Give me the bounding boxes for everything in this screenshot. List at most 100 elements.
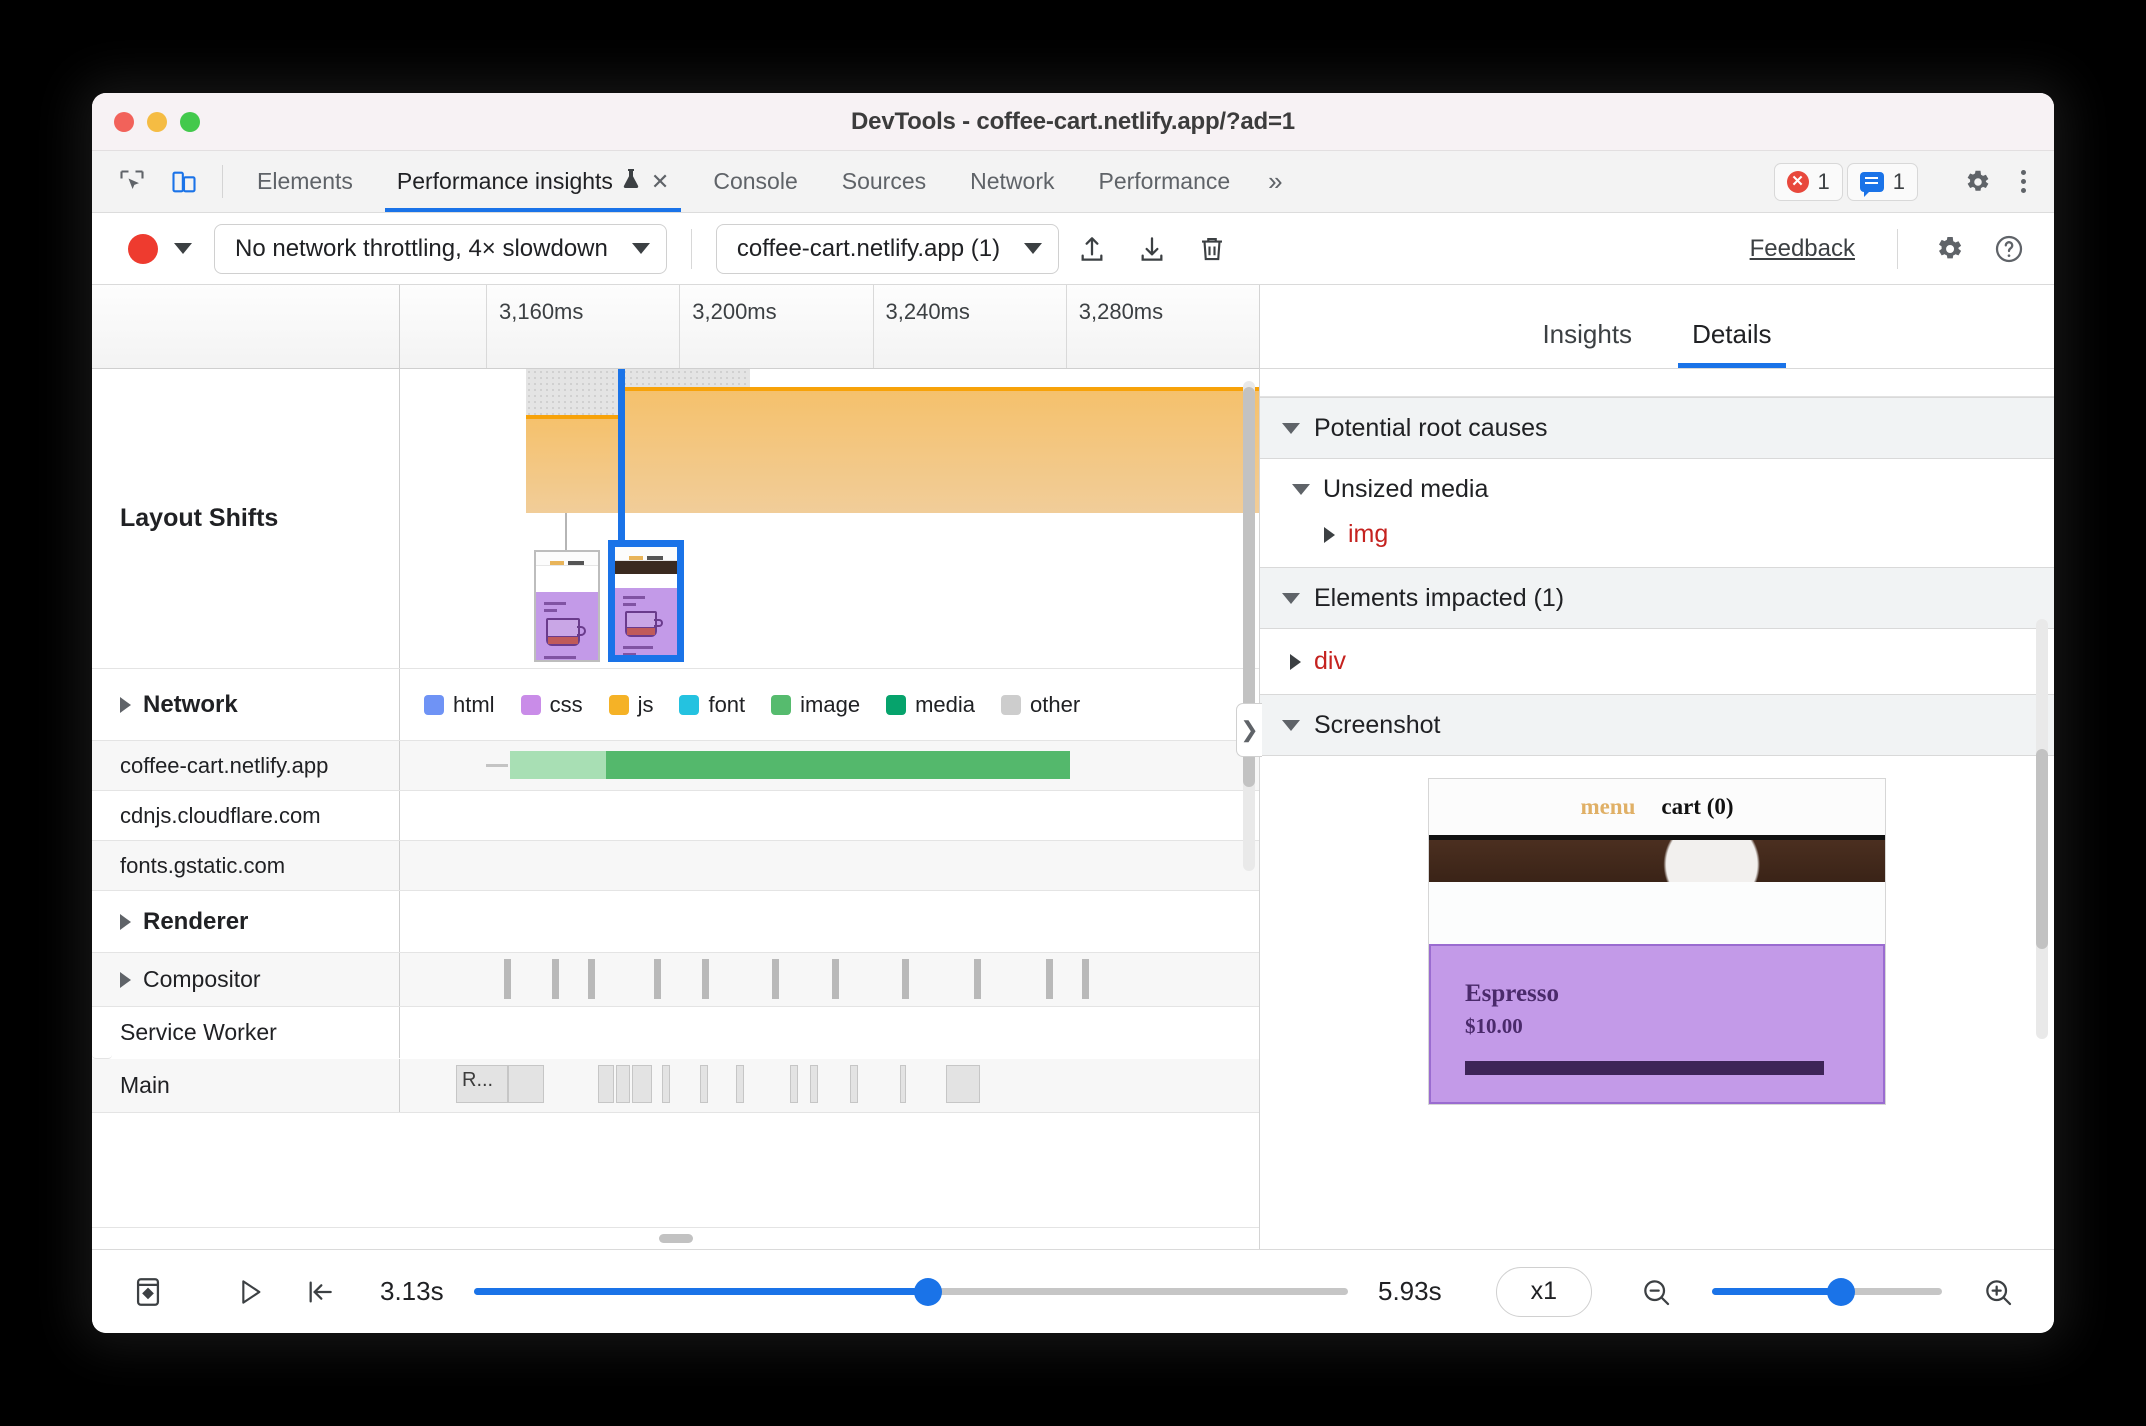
main-thread-task[interactable] (946, 1065, 980, 1103)
network-request-bar[interactable] (486, 751, 1070, 779)
compositor-event[interactable] (772, 959, 779, 999)
playback-slider-knob[interactable] (914, 1277, 943, 1306)
network-row-2[interactable]: fonts.gstatic.com (92, 841, 1259, 891)
tab-performance-insights[interactable]: Performance insights ✕ (375, 151, 691, 212)
play-button[interactable] (220, 1264, 280, 1320)
root-cause-group[interactable]: Unsized media (1260, 459, 2054, 514)
main-thread-task[interactable] (616, 1065, 630, 1103)
track-network-header[interactable]: Network html css js font image media oth… (92, 669, 1259, 741)
compositor-event[interactable] (504, 959, 511, 999)
tab-close-icon[interactable]: ✕ (651, 169, 669, 195)
kebab-menu-icon[interactable] (2007, 170, 2040, 193)
screenshot-hero-image (1429, 840, 1885, 882)
network-row-bar-0[interactable] (400, 741, 1259, 790)
section-screenshot[interactable]: Screenshot (1260, 694, 2054, 756)
zoom-slider-knob[interactable] (1826, 1277, 1855, 1306)
details-panel-body[interactable]: Potential root causes Unsized media img … (1260, 369, 2054, 1249)
compositor-event[interactable] (974, 959, 981, 999)
message-count-badge[interactable]: 1 (1846, 162, 1918, 201)
track-label-network[interactable]: Network (92, 669, 400, 740)
network-row-bar-2[interactable] (400, 841, 1259, 890)
track-label-compositor[interactable]: Compositor (92, 953, 400, 1006)
compositor-event[interactable] (654, 959, 661, 999)
legend-label-html: html (453, 691, 495, 717)
tab-sources[interactable]: Sources (820, 151, 948, 212)
record-options-chevron-down-icon[interactable] (174, 243, 192, 254)
main-thread-task[interactable] (790, 1065, 798, 1103)
main-thread-task[interactable] (700, 1065, 708, 1103)
main-thread-task[interactable] (508, 1065, 544, 1103)
section-potential-root-causes[interactable]: Potential root causes (1260, 397, 2054, 459)
zoom-button[interactable] (180, 111, 200, 132)
filmstrip-toggle-icon[interactable] (118, 1264, 178, 1320)
track-label-renderer[interactable]: Renderer (92, 891, 400, 952)
main-thread-task[interactable] (900, 1065, 906, 1103)
layout-shift-bar-2[interactable] (622, 387, 1259, 513)
timeline-tracks[interactable]: Layout Shifts Network html css js font i… (92, 369, 1259, 1249)
main-thread-task[interactable] (632, 1065, 652, 1103)
page-select[interactable]: coffee-cart.netlify.app (1) (715, 223, 1060, 274)
filmstrip-thumbnail-1[interactable] (534, 550, 600, 662)
zoom-out-icon[interactable] (1626, 1264, 1686, 1320)
minimize-button[interactable] (147, 111, 167, 132)
tab-elements[interactable]: Elements (235, 151, 375, 212)
timeline-scroll-thumb[interactable] (658, 1234, 693, 1243)
track-service-worker[interactable]: Service Worker (92, 1007, 400, 1059)
feedback-link[interactable]: Feedback (1732, 235, 1873, 263)
network-row-0[interactable]: coffee-cart.netlify.app (92, 741, 1259, 791)
gear-icon[interactable] (1951, 167, 2003, 197)
throttling-select[interactable]: No network throttling, 4× slowdown (214, 223, 667, 274)
close-button[interactable] (114, 111, 134, 132)
device-toolbar-icon[interactable] (158, 151, 210, 212)
gear-icon[interactable] (1922, 225, 1976, 273)
track-main[interactable]: Main R... (92, 1059, 1259, 1113)
layout-shifts-content[interactable] (400, 369, 1259, 668)
network-row-bar-1[interactable] (400, 791, 1259, 840)
main-thread-task[interactable] (598, 1065, 614, 1103)
more-tabs-icon[interactable]: » (1252, 151, 1298, 212)
zoom-in-icon[interactable] (1968, 1264, 2028, 1320)
compositor-event[interactable] (1046, 959, 1053, 999)
compositor-event[interactable] (832, 959, 839, 999)
main-thread-task[interactable] (662, 1065, 670, 1103)
inspect-element-icon[interactable] (106, 151, 158, 212)
details-vscroll-thumb[interactable] (2036, 749, 2048, 949)
zoom-slider[interactable] (1712, 1277, 1942, 1306)
playback-speed-button[interactable]: x1 (1495, 1266, 1592, 1317)
tab-network[interactable]: Network (948, 151, 1076, 212)
network-row-1[interactable]: cdnjs.cloudflare.com (92, 791, 1259, 841)
main-thread-task[interactable] (810, 1065, 818, 1103)
compositor-event[interactable] (552, 959, 559, 999)
track-renderer[interactable]: Renderer (92, 891, 1259, 953)
main-thread-task[interactable] (850, 1065, 858, 1103)
compositor-event[interactable] (1082, 959, 1089, 999)
help-icon[interactable] (1982, 225, 2036, 273)
playback-slider[interactable] (473, 1277, 1348, 1306)
tab-performance[interactable]: Performance (1076, 151, 1252, 212)
compositor-event[interactable] (902, 959, 909, 999)
tab-details[interactable]: Details (1677, 319, 1787, 368)
main-thread-content[interactable]: R... (400, 1059, 1259, 1112)
compositor-event[interactable] (702, 959, 709, 999)
compositor-event[interactable] (588, 959, 595, 999)
impacted-element-div[interactable]: div (1260, 629, 2054, 694)
section-elements-impacted[interactable]: Elements impacted (1) (1260, 567, 2054, 629)
error-count-badge[interactable]: ✕ 1 (1773, 162, 1843, 201)
details-vertical-scrollbar[interactable] (2036, 619, 2048, 1039)
jump-to-start-button[interactable] (290, 1264, 350, 1320)
download-icon[interactable] (1125, 225, 1179, 273)
track-layout-shifts[interactable]: Layout Shifts (92, 369, 1259, 669)
main-thread-task[interactable] (736, 1065, 744, 1103)
timeline-horizontal-scrollbar[interactable] (92, 1227, 1259, 1249)
tab-console[interactable]: Console (691, 151, 819, 212)
compositor-content[interactable] (400, 953, 1259, 1006)
upload-icon[interactable] (1065, 225, 1119, 273)
trash-icon[interactable] (1185, 225, 1239, 273)
chevron-right-icon[interactable]: ❯ (1236, 703, 1262, 757)
root-cause-element-img[interactable]: img (1260, 514, 2054, 567)
tab-insights[interactable]: Insights (1542, 319, 1632, 368)
filmstrip-thumbnail-2-selected[interactable] (608, 540, 684, 662)
timeline-vertical-scrollbar[interactable] (1243, 381, 1255, 871)
record-button[interactable] (128, 233, 158, 264)
track-compositor[interactable]: Compositor (92, 953, 1259, 1007)
